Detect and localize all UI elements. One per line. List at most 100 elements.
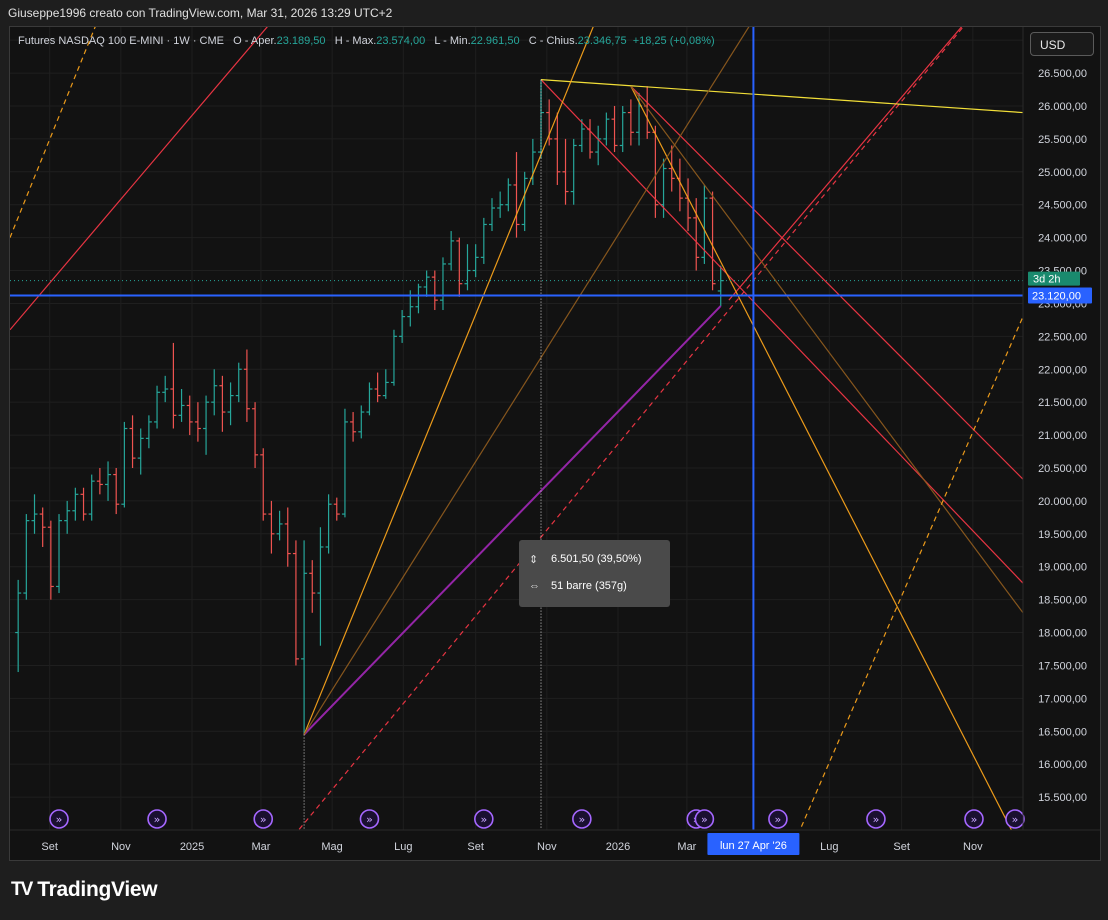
ohlc-bar	[456, 237, 463, 297]
time-tick-label: 2025	[180, 841, 204, 853]
ohlc-bar	[72, 487, 79, 521]
ohlc-bar	[464, 244, 471, 291]
ohlc-bar	[211, 369, 218, 416]
ohlc-bar	[96, 467, 103, 495]
ohlc-bar	[15, 579, 22, 673]
ohlc-bar	[203, 395, 210, 455]
ohlc-bar	[292, 540, 299, 666]
ohlc-bar	[358, 405, 365, 439]
ohlc-bar	[194, 402, 201, 442]
trendline-red_line	[540, 79, 1023, 584]
ohlc-bar	[554, 112, 561, 185]
event-glyph: »	[873, 813, 880, 826]
dividend-event-icon: »	[964, 809, 984, 829]
low-label: L - Min.	[434, 35, 471, 47]
ohlc-bar	[390, 329, 397, 386]
ohlc-bar	[105, 461, 112, 501]
ohlc-bar	[268, 500, 275, 554]
chart-area[interactable]: »»»»»»»»»»»» 15.500,0016.000,0016.500,00…	[9, 26, 1101, 861]
ohlc-bar	[382, 369, 389, 399]
chart-header-text: Giuseppe1996 creato con TradingView.com,…	[8, 6, 393, 20]
ohlc-bar	[325, 494, 332, 554]
time-tick-label: Lug	[820, 841, 838, 853]
ohlc-bar	[399, 310, 406, 343]
ohlc-bar	[80, 487, 87, 521]
event-glyph: »	[154, 813, 161, 826]
ohlc-bar	[64, 500, 71, 534]
ohlc-bar	[350, 412, 357, 442]
trendline-red_line	[630, 85, 1023, 480]
trendline-orange	[303, 27, 594, 735]
ohlc-bar	[154, 385, 161, 429]
trendline-red_line	[728, 27, 963, 301]
ohlc-bar	[31, 494, 38, 534]
price-tick-label: 26.500,00	[1038, 68, 1087, 80]
event-glyph: »	[775, 813, 782, 826]
price-tick-label: 18.500,00	[1038, 595, 1087, 607]
time-tick-label: Set	[41, 841, 58, 853]
ohlc-bar	[644, 86, 651, 139]
tradingview-logo[interactable]: TV TradingView	[11, 878, 158, 902]
price-tick-label: 25.500,00	[1038, 134, 1087, 146]
ohlc-bar	[505, 178, 512, 212]
time-tick-label: Nov	[111, 841, 131, 853]
price-tick-label: 19.000,00	[1038, 562, 1087, 574]
price-tick-label: 21.000,00	[1038, 430, 1087, 442]
time-tick-label: Set	[893, 841, 910, 853]
trendline-purple	[303, 305, 722, 736]
currency-button[interactable]: USD	[1030, 32, 1094, 56]
ohlc-bar	[488, 198, 495, 232]
event-glyph: »	[971, 813, 978, 826]
dividend-event-icon: »	[1005, 809, 1025, 829]
price-tick-label: 24.500,00	[1038, 200, 1087, 212]
price-tick-label: 19.500,00	[1038, 529, 1087, 541]
ohlc-bar	[480, 217, 487, 264]
ohlc-bar	[431, 270, 438, 311]
high-label: H - Max.	[334, 35, 377, 47]
ohlc-bar	[595, 125, 602, 166]
dividend-event-icon: »	[768, 809, 788, 829]
dividend-event-icon: »	[359, 809, 380, 829]
change-value: +18,25 (+0,08%)	[632, 35, 715, 47]
ohlc-bar	[47, 520, 54, 600]
ohlc-bar	[219, 375, 226, 432]
open-label: O - Aper.	[233, 35, 277, 47]
time-tick-label: Lug	[394, 841, 412, 853]
price-tick-label: 16.000,00	[1038, 759, 1087, 771]
dividend-event-icon: »	[694, 809, 715, 829]
ohlc-bar	[366, 382, 373, 416]
price-tick-label: 24.000,00	[1038, 233, 1087, 245]
price-chart-svg[interactable]: »»»»»»»»»»»» 15.500,0016.000,0016.500,00…	[10, 27, 1100, 860]
event-glyph: »	[56, 813, 63, 826]
event-glyph: »	[1012, 813, 1019, 826]
high-value: 23.574,00	[376, 35, 426, 47]
ohlc-bar	[113, 467, 120, 515]
event-glyph: »	[260, 813, 267, 826]
candles	[15, 79, 724, 735]
price-tick-label: 26.000,00	[1038, 101, 1087, 113]
ohlc-bar	[227, 382, 234, 426]
event-glyph: »	[366, 813, 373, 826]
ohlc-bar	[415, 283, 422, 314]
dividend-event-icon: »	[572, 809, 592, 829]
ohlc-bar	[611, 105, 618, 153]
ohlc-bar	[529, 138, 536, 185]
vertical-range-icon: ⇕	[529, 553, 539, 566]
ohlc-bar	[472, 244, 479, 278]
time-tick-label: Mar	[251, 841, 270, 853]
ohlc-bar	[619, 105, 626, 153]
dividend-event-icon: »	[866, 809, 886, 829]
close-value: 23.346,75	[577, 35, 627, 47]
event-glyph: »	[578, 813, 585, 826]
ohlc-bar	[513, 152, 520, 238]
ohlc-legend: Futures NASDAQ 100 E-MINI · 1W · CME O -…	[18, 35, 715, 47]
ohlc-bar	[88, 474, 95, 521]
trendline-yellow	[540, 79, 1023, 114]
ohlc-bar	[317, 527, 324, 646]
trendline-orange	[10, 27, 96, 238]
ohlc-bar	[439, 257, 446, 311]
ohlc-bar	[39, 507, 46, 547]
ohlc-bar	[162, 375, 169, 403]
price-tick-label: 21.500,00	[1038, 397, 1087, 409]
measure-bars: 51 barre (357g)	[551, 580, 627, 592]
